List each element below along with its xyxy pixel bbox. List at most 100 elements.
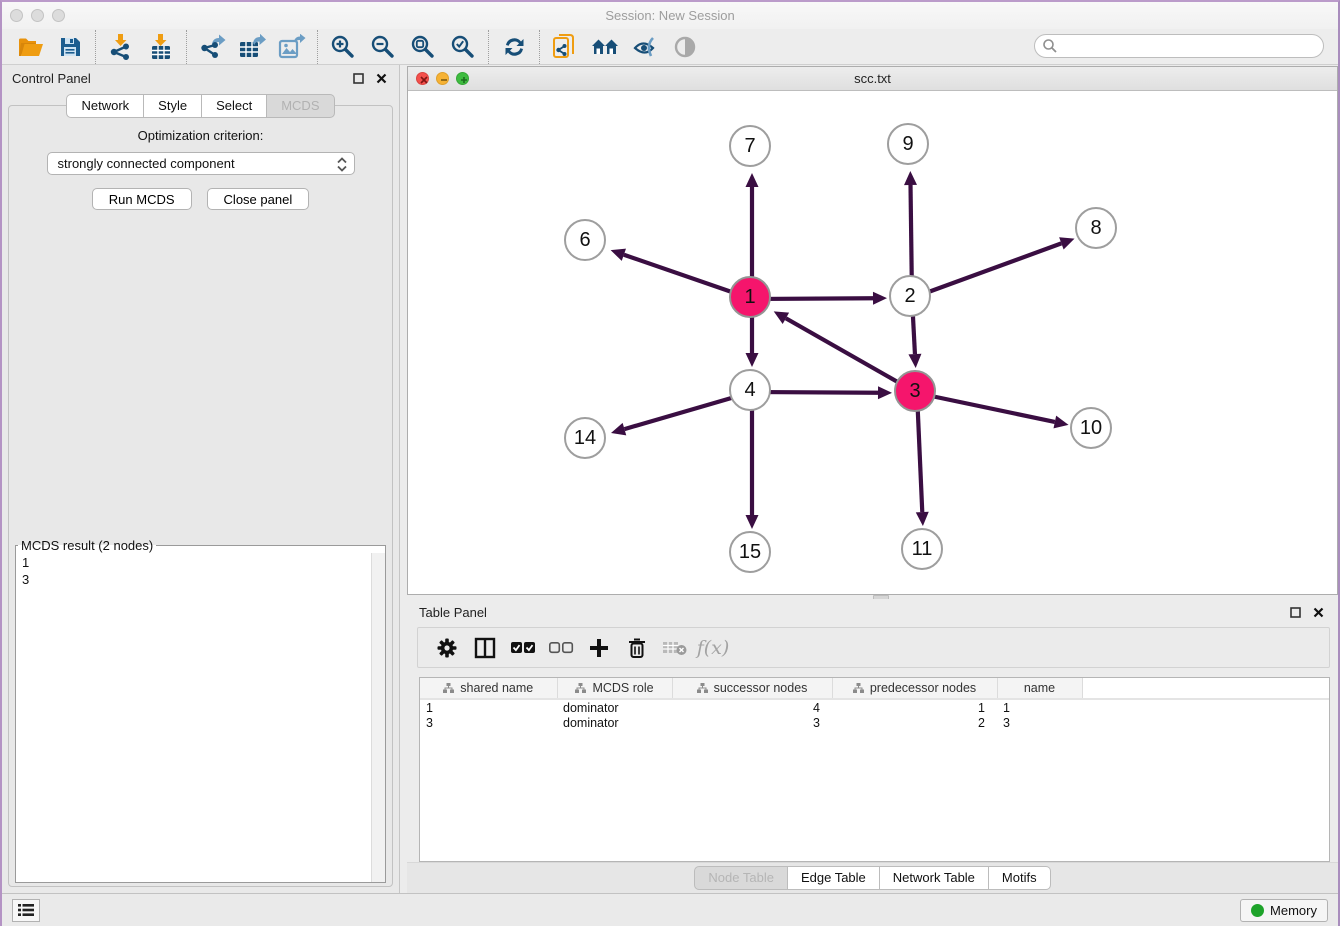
float-table-panel-icon[interactable] xyxy=(1287,604,1303,620)
mcds-panel-body: Optimization criterion: strongly connect… xyxy=(8,105,393,887)
function-builder-icon[interactable]: f(x) xyxy=(694,633,732,663)
tab-style[interactable]: Style xyxy=(144,94,202,118)
tab-select[interactable]: Select xyxy=(202,94,267,118)
table-toolbar: f(x) xyxy=(417,627,1330,668)
deselect-all-icon[interactable] xyxy=(542,633,580,663)
save-session-icon[interactable] xyxy=(50,32,90,62)
first-neighbors-icon[interactable] xyxy=(585,32,625,62)
hide-selected-icon[interactable] xyxy=(625,32,665,62)
export-network-icon[interactable] xyxy=(192,32,232,62)
graph-node-15[interactable]: 15 xyxy=(729,531,771,573)
table-cell[interactable]: dominator xyxy=(557,699,672,715)
table-row[interactable]: 1dominator411 xyxy=(420,699,1329,715)
graph-node-2[interactable]: 2 xyxy=(889,275,931,317)
table-panel: Table Panel xyxy=(407,599,1338,893)
table-cell[interactable]: 1 xyxy=(832,699,997,715)
memory-status-icon xyxy=(1251,904,1264,917)
table-cell[interactable]: 3 xyxy=(420,715,557,731)
graph-node-14[interactable]: 14 xyxy=(564,417,606,459)
column-header-predecessor-nodes[interactable]: predecessor nodes xyxy=(832,678,997,699)
zoom-in-icon[interactable] xyxy=(323,32,363,62)
table-cell[interactable]: 1 xyxy=(420,699,557,715)
graph-node-10[interactable]: 10 xyxy=(1070,407,1112,449)
close-panel-button[interactable]: Close panel xyxy=(207,188,310,210)
table-cell[interactable]: 4 xyxy=(672,699,832,715)
toolbar-separator xyxy=(488,30,489,64)
float-panel-icon[interactable] xyxy=(350,70,366,86)
tab-edge-table[interactable]: Edge Table xyxy=(788,866,880,890)
graph-node-6[interactable]: 6 xyxy=(564,219,606,261)
graph-node-7[interactable]: 7 xyxy=(729,125,771,167)
tab-node-table[interactable]: Node Table xyxy=(694,866,788,890)
import-network-icon[interactable] xyxy=(101,32,141,62)
search-field-container xyxy=(1034,34,1324,58)
graph-node-3[interactable]: 3 xyxy=(894,370,936,412)
graph-node-9[interactable]: 9 xyxy=(887,123,929,165)
task-history-button[interactable] xyxy=(12,899,40,922)
zoom-out-icon[interactable] xyxy=(363,32,403,62)
main-toolbar xyxy=(2,29,1338,65)
memory-button[interactable]: Memory xyxy=(1240,899,1328,922)
zoom-fit-icon[interactable] xyxy=(403,32,443,62)
tab-motifs[interactable]: Motifs xyxy=(989,866,1051,890)
network-window-title: scc.txt xyxy=(408,71,1337,86)
table-panel-title: Table Panel xyxy=(419,605,487,620)
network-window-titlebar: scc.txt xyxy=(408,67,1337,91)
zoom-selected-icon[interactable] xyxy=(443,32,483,62)
graph-node-11[interactable]: 11 xyxy=(901,528,943,570)
graph-node-4[interactable]: 4 xyxy=(729,369,771,411)
select-all-icon[interactable] xyxy=(504,633,542,663)
graph-node-8[interactable]: 8 xyxy=(1075,207,1117,249)
toolbar-separator xyxy=(539,30,540,64)
delete-table-icon[interactable] xyxy=(656,633,694,663)
table-cell[interactable]: 2 xyxy=(832,715,997,731)
graph-edge-arrowhead xyxy=(611,249,626,261)
optimization-criterion-select[interactable]: strongly connected component xyxy=(47,152,355,175)
mcds-result-box: MCDS result (2 nodes) 1 3 xyxy=(15,538,386,883)
column-header-mcds-role[interactable]: MCDS role xyxy=(557,678,672,699)
graph-edge-arrowhead xyxy=(878,386,892,399)
close-panel-icon[interactable] xyxy=(373,70,389,86)
window-titlebar: Session: New Session xyxy=(2,2,1338,29)
table-cell[interactable]: 3 xyxy=(997,715,1082,731)
split-columns-icon[interactable] xyxy=(466,633,504,663)
close-table-panel-icon[interactable] xyxy=(1310,604,1326,620)
graph-edge[interactable] xyxy=(912,243,1061,298)
show-all-icon[interactable] xyxy=(665,32,705,62)
tab-mcds[interactable]: MCDS xyxy=(267,94,334,118)
table-row[interactable]: 3dominator323 xyxy=(420,715,1329,731)
network-canvas[interactable]: 1 2 3 4 6 7 8 9 10 11 14 15 xyxy=(408,91,1337,594)
graph-edges-layer xyxy=(408,91,1337,594)
table-header-row: shared name MCDS role successor nodes pr… xyxy=(420,678,1329,699)
table-cell[interactable]: dominator xyxy=(557,715,672,731)
run-mcds-button[interactable]: Run MCDS xyxy=(92,188,192,210)
apply-layout-icon[interactable] xyxy=(494,32,534,62)
export-table-icon[interactable] xyxy=(232,32,272,62)
node-table: shared name MCDS role successor nodes pr… xyxy=(419,677,1330,862)
duplicate-network-icon[interactable] xyxy=(545,32,585,62)
column-header-name[interactable]: name xyxy=(997,678,1082,699)
column-header-shared-name[interactable]: shared name xyxy=(420,678,557,699)
toolbar-separator xyxy=(95,30,96,64)
status-bar: Memory xyxy=(2,893,1338,926)
delete-icon[interactable] xyxy=(618,633,656,663)
table-tabs: Node Table Edge Table Network Table Moti… xyxy=(407,862,1338,893)
search-input[interactable] xyxy=(1034,34,1324,58)
add-column-icon[interactable] xyxy=(580,633,618,663)
column-header-successor-nodes[interactable]: successor nodes xyxy=(672,678,832,699)
application-window: Session: New Session xyxy=(0,0,1340,926)
gear-icon[interactable] xyxy=(428,633,466,663)
table-cell[interactable]: 1 xyxy=(997,699,1082,715)
tab-network[interactable]: Network xyxy=(66,94,144,118)
table-cell[interactable]: 3 xyxy=(672,715,832,731)
graph-edge[interactable] xyxy=(917,393,1055,422)
mcds-result-text[interactable]: 1 3 xyxy=(16,553,371,882)
tab-network-table[interactable]: Network Table xyxy=(880,866,989,890)
table-cell-filler xyxy=(1082,699,1329,715)
window-title: Session: New Session xyxy=(2,8,1338,23)
import-table-icon[interactable] xyxy=(141,32,181,62)
export-image-icon[interactable] xyxy=(272,32,312,62)
open-file-icon[interactable] xyxy=(10,32,50,62)
graph-node-1[interactable]: 1 xyxy=(729,276,771,318)
result-scrollbar[interactable] xyxy=(371,553,385,882)
